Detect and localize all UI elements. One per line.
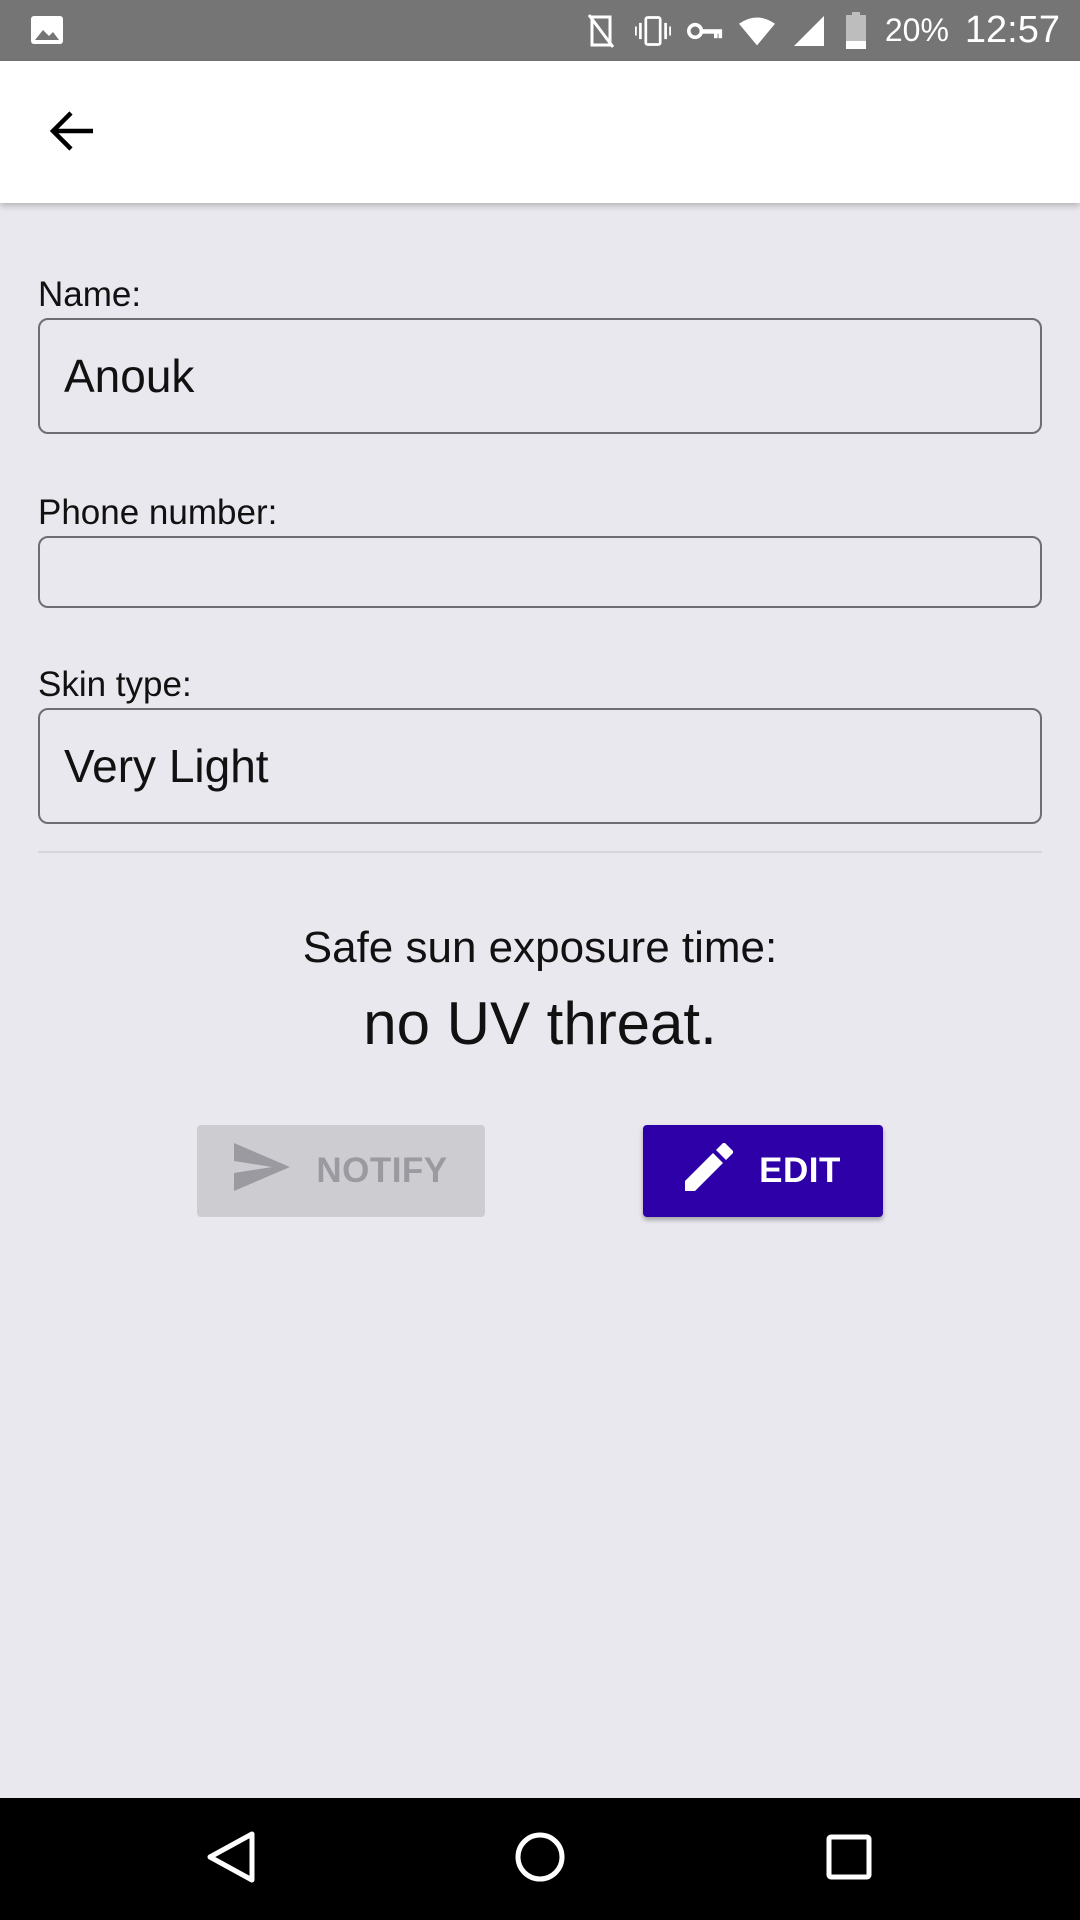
exposure-value: no UV threat. — [363, 990, 717, 1057]
nfc-off-icon — [583, 13, 619, 49]
wifi-icon — [738, 13, 775, 49]
signal-icon — [791, 13, 827, 49]
pencil-icon — [685, 1141, 735, 1200]
skin-type-field[interactable]: Very Light — [38, 708, 1042, 824]
navigation-bar — [0, 1798, 1080, 1920]
name-label: Name: — [38, 275, 142, 314]
nav-recents-icon — [826, 1834, 872, 1885]
battery-percent: 20% — [884, 12, 949, 48]
app-bar — [0, 61, 1080, 203]
status-bar: 20% 12:57 — [0, 0, 1080, 61]
nav-home-icon — [514, 1831, 566, 1888]
edit-button[interactable]: EDIT — [643, 1125, 883, 1217]
image-icon — [30, 13, 64, 47]
status-icons: 20% 12:57 — [583, 0, 1060, 61]
arrow-back-icon — [49, 110, 95, 157]
nav-recents-button[interactable] — [814, 1824, 884, 1894]
edit-label: EDIT — [759, 1151, 841, 1190]
battery-icon — [843, 11, 869, 49]
nav-home-button[interactable] — [505, 1824, 575, 1894]
vpn-key-icon — [686, 13, 723, 49]
clock: 12:57 — [964, 9, 1060, 51]
notify-button[interactable]: NOTIFY — [197, 1125, 485, 1217]
nav-back-icon — [206, 1831, 256, 1888]
send-icon — [234, 1142, 291, 1200]
divider — [38, 851, 1042, 853]
phone-field[interactable] — [38, 536, 1042, 608]
phone-label: Phone number: — [38, 493, 278, 532]
skin-type-label: Skin type: — [38, 665, 192, 704]
notify-label: NOTIFY — [316, 1151, 448, 1190]
nav-back-button[interactable] — [196, 1824, 266, 1894]
vibrate-icon — [634, 13, 671, 49]
exposure-label: Safe sun exposure time: — [302, 923, 778, 972]
screen: 20% 12:57 Name: Anouk Phone number: Skin… — [0, 0, 1080, 1920]
name-field[interactable]: Anouk — [38, 318, 1042, 434]
back-button[interactable] — [30, 91, 114, 175]
